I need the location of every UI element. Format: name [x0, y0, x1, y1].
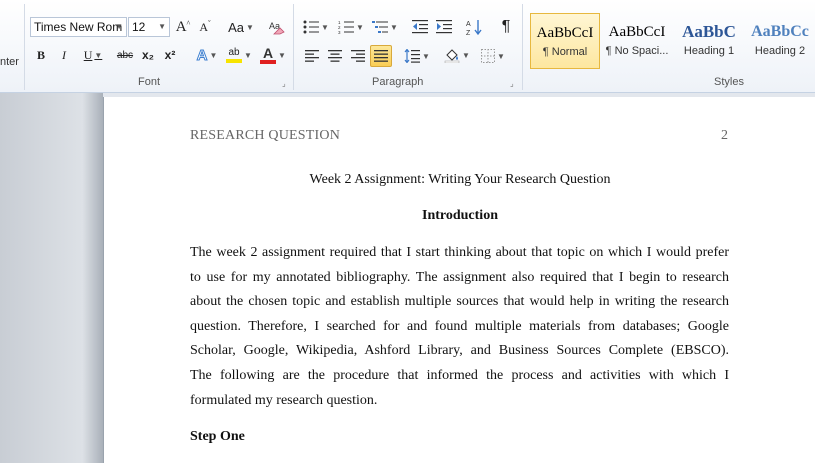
pilcrow-icon: ¶: [501, 18, 511, 35]
clear-formatting-icon: Aa: [269, 21, 285, 35]
line-spacing-button[interactable]: ▼: [402, 45, 432, 67]
numbering-button[interactable]: 123 ▼: [336, 16, 366, 38]
align-right-icon: [351, 50, 365, 62]
chevron-down-icon: ▼: [390, 22, 398, 32]
justify-icon: [374, 50, 388, 62]
paragraph-line: to use for my annotated bibliography. Th…: [190, 269, 729, 285]
line-spacing-icon: [404, 49, 421, 63]
paragraph-line: about the chosen topic and establish mul…: [190, 294, 729, 310]
font-size-combo[interactable]: 12 ▼: [128, 17, 170, 37]
show-formatting-marks-button[interactable]: ¶: [495, 16, 517, 38]
left-margin-area: [0, 93, 103, 463]
italic-button[interactable]: I: [55, 45, 73, 65]
clipboard-group-partial-label[interactable]: nter: [0, 56, 19, 68]
borders-icon: [481, 49, 496, 63]
bold-button[interactable]: B: [32, 45, 50, 65]
increase-indent-button[interactable]: [433, 16, 455, 38]
chevron-down-icon: ▼: [245, 22, 254, 32]
sort-button[interactable]: AZ: [463, 16, 485, 38]
numbered-list-icon: 123: [338, 20, 355, 34]
font-name-value: Times New Rom: [34, 20, 123, 34]
chevron-down-icon: ▼: [94, 50, 103, 60]
paragraph-dialog-launcher-icon[interactable]: ⌟: [510, 80, 518, 88]
svg-text:A: A: [466, 21, 471, 28]
body-paragraph: The week 2 assignment required that I st…: [190, 241, 729, 413]
font-color-icon: A: [260, 46, 277, 64]
paragraph-line: question. Therefore, I searched for and …: [190, 318, 729, 334]
font-dialog-launcher-icon[interactable]: ⌟: [282, 80, 290, 88]
styles-group-label: Styles: [714, 76, 744, 88]
bullets-button[interactable]: ▼: [301, 16, 331, 38]
highlight-color-bar: [226, 59, 243, 63]
page-number: 2: [721, 128, 728, 143]
style-heading-1[interactable]: AaBbC Heading 1: [674, 13, 744, 69]
chevron-down-icon: ▼: [462, 50, 470, 60]
align-left-button[interactable]: [301, 45, 323, 67]
sort-az-icon: AZ: [466, 20, 482, 36]
superscript-button[interactable]: x²: [161, 45, 179, 65]
text-highlight-button[interactable]: ab ▼: [224, 44, 254, 66]
align-left-icon: [305, 50, 319, 62]
group-separator: [24, 4, 25, 90]
align-center-icon: [328, 50, 342, 62]
svg-text:Z: Z: [466, 30, 471, 36]
decrease-indent-button[interactable]: [409, 16, 431, 38]
increase-indent-icon: [436, 20, 452, 34]
font-size-value: 12: [132, 20, 146, 34]
font-name-combo[interactable]: Times New Rom ▼: [30, 17, 127, 37]
paragraph-group-label: Paragraph: [372, 76, 424, 88]
chevron-down-icon: ▼: [422, 51, 430, 61]
multilevel-list-icon: [372, 21, 389, 33]
chevron-down-icon: ▼: [356, 22, 364, 32]
text-effects-button[interactable]: A ▼: [194, 45, 220, 65]
font-group-label: Font: [138, 76, 161, 88]
subscript-button[interactable]: x₂: [139, 45, 157, 65]
heading-step-one: Step One: [190, 429, 245, 444]
underline-button[interactable]: U ▼: [78, 45, 108, 65]
decrease-indent-icon: [412, 20, 428, 34]
change-case-button[interactable]: Aa ▼: [226, 17, 256, 37]
group-separator: [293, 4, 294, 90]
align-right-button[interactable]: [347, 45, 369, 67]
chevron-down-icon: ▼: [115, 22, 123, 31]
paragraph-line: formulated my research question.: [190, 392, 378, 408]
chevron-down-icon: ▼: [278, 50, 286, 60]
strikethrough-button[interactable]: abc: [113, 45, 137, 65]
paragraph-line: Scholar, Google, Wikipedia, Ashford Libr…: [190, 343, 729, 359]
style-heading-2[interactable]: AaBbCc Heading 2: [745, 13, 815, 69]
chevron-down-icon: ▼: [321, 22, 329, 32]
font-color-button[interactable]: A ▼: [258, 44, 288, 66]
caret-up-icon: ^: [186, 18, 191, 28]
clear-formatting-button[interactable]: Aa: [266, 16, 288, 38]
paragraph-line: The week 2 assignment required that I st…: [190, 245, 729, 260]
caret-down-icon: ˇ: [208, 18, 211, 28]
document-page[interactable]: RESEARCH QUESTION 2 Week 2 Assignment: W…: [103, 97, 815, 463]
chevron-down-icon: ▼: [209, 50, 218, 60]
paint-bucket-icon: [444, 49, 460, 63]
chevron-down-icon: ▼: [244, 50, 252, 60]
svg-text:3: 3: [338, 30, 341, 34]
grow-font-button[interactable]: A ^: [173, 17, 193, 37]
shading-button[interactable]: ▼: [442, 44, 472, 66]
paragraph-line: The following are the procedure that inf…: [190, 367, 729, 383]
style-normal[interactable]: AaBbCcI ¶ Normal: [530, 13, 600, 69]
font-color-bar: [260, 59, 277, 64]
justify-button[interactable]: [370, 45, 392, 67]
chevron-down-icon: ▼: [497, 51, 505, 61]
highlighter-icon: ab: [226, 47, 243, 63]
shrink-font-button[interactable]: Aˇ: [195, 17, 215, 37]
document-title: Week 2 Assignment: Writing Your Research…: [309, 172, 611, 187]
heading-introduction: Introduction: [422, 208, 498, 223]
chevron-down-icon: ▼: [158, 22, 166, 31]
ribbon: nter Times New Rom ▼ 12 ▼ A ^ Aˇ Aa ▼ Aa B…: [0, 0, 815, 93]
multilevel-list-button[interactable]: ▼: [370, 16, 400, 38]
style-no-spacing[interactable]: AaBbCcI ¶ No Spaci...: [601, 13, 673, 69]
align-center-button[interactable]: [324, 45, 346, 67]
running-head: RESEARCH QUESTION: [190, 128, 341, 143]
borders-button[interactable]: ▼: [478, 45, 508, 67]
group-separator: [522, 4, 523, 90]
bullet-list-icon: [303, 20, 320, 34]
